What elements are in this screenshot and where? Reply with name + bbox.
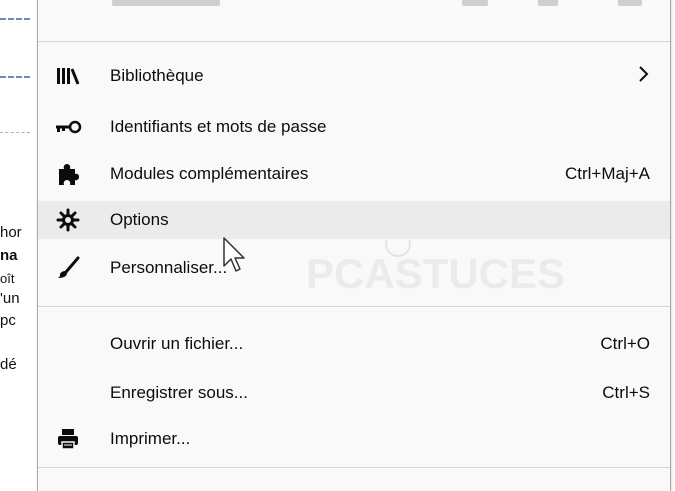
puzzle-icon (54, 160, 82, 188)
key-icon (54, 113, 82, 141)
printer-icon (54, 425, 82, 453)
menu-item-save-as[interactable]: Enregistrer sous... Ctrl+S (38, 374, 670, 412)
menu-item-label: Enregistrer sous... (110, 383, 248, 402)
menu-item-options[interactable]: Options (38, 201, 670, 239)
menu-item-shortcut: Ctrl+Maj+A (564, 164, 650, 183)
menu-item-label: Ouvrir un fichier... (110, 334, 244, 353)
menu-item-shortcut: Ctrl+O (600, 334, 650, 353)
menu-item-label: Personnaliser... (110, 258, 228, 277)
mouse-cursor-icon (222, 236, 248, 276)
edit-row-partial (38, 0, 670, 22)
paintbrush-icon (54, 254, 82, 282)
menu-item-addons[interactable]: Modules complémentaires Ctrl+Maj+A (38, 155, 670, 193)
menu-item-shortcut: Ctrl+S (602, 383, 650, 402)
app-menu-panel: Bibliothèque Identifiants et mots de pas… (37, 0, 671, 491)
copy-icon (538, 0, 558, 6)
library-icon (54, 62, 82, 90)
menu-item-label: Modules complémentaires (110, 164, 309, 183)
gear-icon (54, 206, 82, 234)
menu-item-library[interactable]: Bibliothèque (38, 57, 670, 95)
menu-item-logins[interactable]: Identifiants et mots de passe (38, 108, 670, 146)
menu-separator (38, 41, 670, 42)
background-page: hor na oît 'un pc dé (0, 0, 40, 491)
menu-item-label: Options (110, 210, 169, 229)
background-text: na (0, 247, 18, 264)
menu-item-label: Imprimer... (110, 429, 191, 448)
menu-separator (38, 306, 670, 307)
menu-separator (38, 467, 670, 468)
background-text: 'un (0, 290, 20, 307)
background-dashed-line (0, 76, 30, 78)
edit-label-partial (112, 0, 220, 6)
background-text: dé (0, 356, 17, 373)
background-text: hor (0, 224, 22, 241)
background-dashed-line (0, 132, 30, 133)
cut-icon (462, 0, 488, 6)
paste-icon (618, 0, 642, 6)
menu-item-print[interactable]: Imprimer... (38, 420, 670, 458)
background-text: oît (0, 271, 15, 286)
menu-item-customize[interactable]: Personnaliser... (38, 249, 670, 287)
background-dashed-line (0, 18, 30, 20)
chevron-right-icon (636, 62, 652, 91)
menu-item-label: Identifiants et mots de passe (110, 117, 327, 136)
menu-item-label: Bibliothèque (110, 66, 204, 85)
background-text: pc (0, 312, 16, 329)
menu-item-open-file[interactable]: Ouvrir un fichier... Ctrl+O (38, 325, 670, 363)
